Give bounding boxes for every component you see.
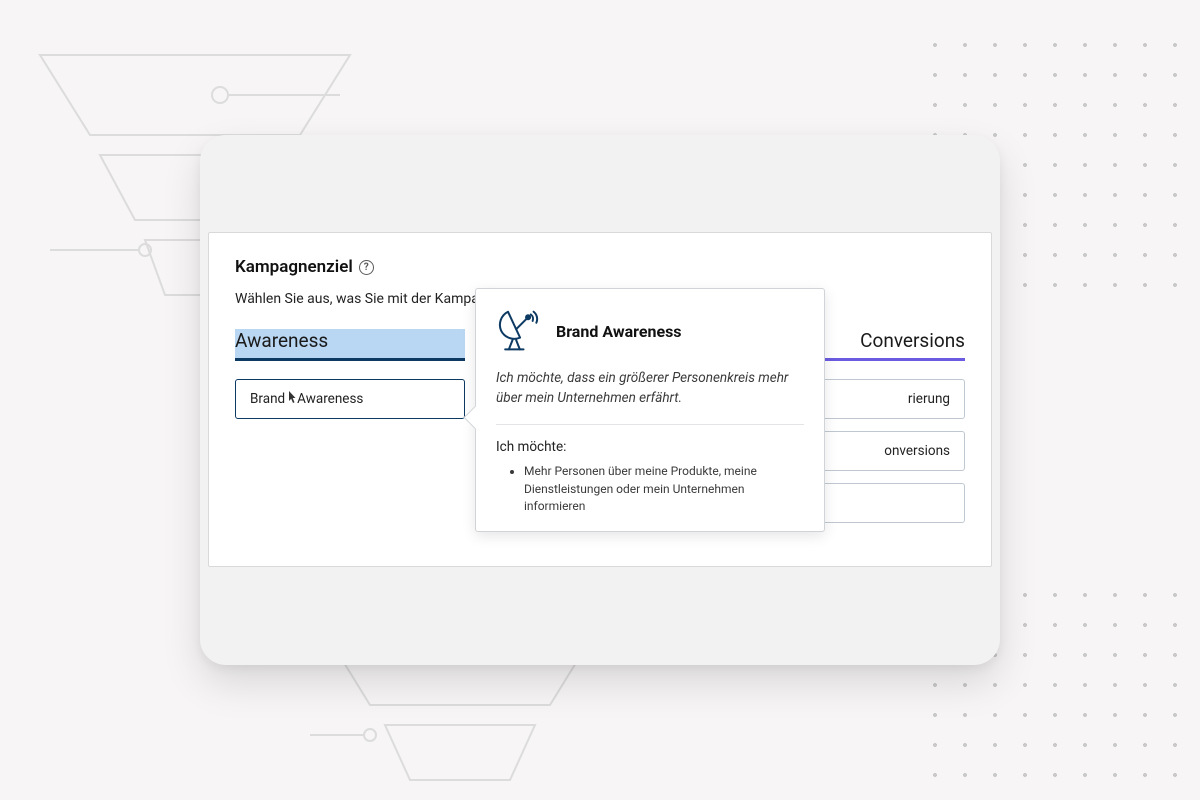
option-label-prefix: Brand — [250, 391, 285, 407]
tooltip-description: Ich möchte, dass ein größerer Personenkr… — [496, 369, 804, 408]
pointer-cursor-icon — [285, 391, 297, 405]
column-header-label: Conversions — [860, 329, 965, 352]
outer-frame: Kampagnenziel ? Wählen Sie aus, was Sie … — [200, 135, 1000, 665]
tooltip-subheading: Ich möchte: — [496, 439, 804, 455]
campaign-objective-panel: Kampagnenziel ? Wählen Sie aus, was Sie … — [208, 232, 992, 567]
option-label-suffix: Awareness — [297, 391, 363, 407]
tooltip-brand-awareness: Brand Awareness Ich möchte, dass ein grö… — [475, 288, 825, 532]
option-label: onversions — [884, 443, 950, 459]
tooltip-bullet: Mehr Personen über meine Produkte, meine… — [524, 463, 804, 515]
section-title-row: Kampagnenziel ? — [235, 257, 965, 277]
column-awareness: Awareness Brand Awareness — [235, 329, 465, 535]
option-brand-awareness[interactable]: Brand Awareness — [235, 379, 465, 419]
option-label: rierung — [908, 391, 950, 407]
tooltip-divider — [496, 424, 804, 425]
column-header-awareness: Awareness — [235, 329, 465, 361]
tooltip-bullet-list: Mehr Personen über meine Produkte, meine… — [496, 463, 804, 515]
satellite-dish-icon — [496, 309, 540, 353]
column-header-label: Awareness — [235, 329, 328, 352]
help-icon[interactable]: ? — [359, 260, 374, 275]
tooltip-title: Brand Awareness — [556, 322, 682, 341]
section-title: Kampagnenziel — [235, 257, 353, 277]
tooltip-header: Brand Awareness — [496, 309, 804, 353]
